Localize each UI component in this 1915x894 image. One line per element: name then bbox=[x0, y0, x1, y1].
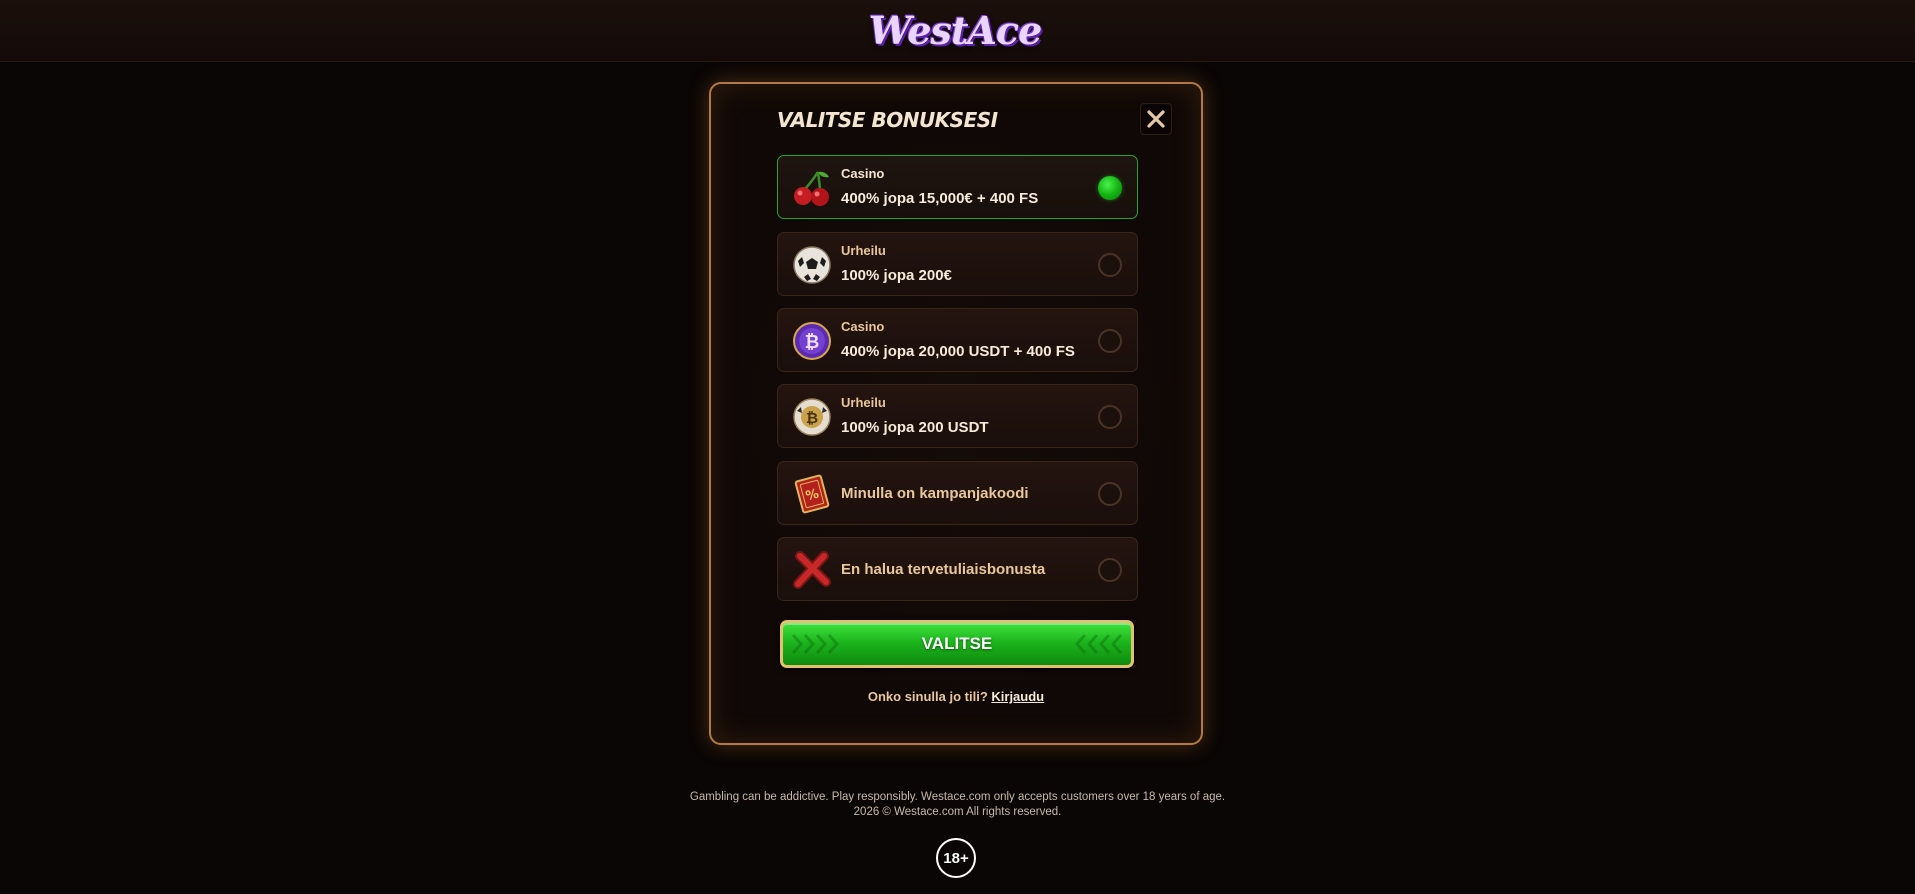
option-category: Urheilu bbox=[841, 243, 886, 258]
bonus-modal: VALITSE BONUKSESI Casino 400% jopa 15,00… bbox=[709, 82, 1203, 745]
bonus-option-no-bonus[interactable]: En halua tervetuliaisbonusta bbox=[777, 537, 1138, 601]
footer-line-1: Gambling can be addictive. Play responsi… bbox=[689, 791, 1226, 803]
svg-text:₿: ₿ bbox=[806, 409, 818, 427]
close-icon bbox=[1147, 110, 1165, 128]
red-cross-icon bbox=[792, 550, 832, 590]
bitcoin-ball-icon: ₿ bbox=[792, 397, 832, 437]
modal-title: VALITSE BONUKSESI bbox=[777, 108, 998, 132]
top-bar: WestAce bbox=[0, 0, 1915, 62]
submit-label: VALITSE bbox=[921, 634, 993, 653]
footer-disclaimer: Gambling can be addictive. Play responsi… bbox=[600, 790, 1315, 820]
svg-text:₿: ₿ bbox=[805, 332, 820, 353]
bonus-option-casino-usdt[interactable]: ₿ Casino 400% jopa 20,000 USDT + 400 FS bbox=[777, 308, 1138, 372]
option-title: 400% jopa 20,000 USDT + 400 FS bbox=[841, 343, 1075, 360]
footer-line-2: 2026 © Westace.com All rights reserved. bbox=[853, 806, 1062, 818]
radio-unselected[interactable] bbox=[1098, 482, 1122, 506]
promo-ticket-icon: % bbox=[792, 474, 832, 514]
option-title: 100% jopa 200€ bbox=[841, 267, 952, 284]
chevron-left-icon bbox=[1074, 634, 1123, 654]
bonus-option-casino-eur[interactable]: Casino 400% jopa 15,000€ + 400 FS bbox=[777, 155, 1138, 219]
option-label: Minulla on kampanjakoodi bbox=[841, 485, 1029, 502]
bonus-option-promo-code[interactable]: % Minulla on kampanjakoodi bbox=[777, 461, 1138, 525]
option-title: 400% jopa 15,000€ + 400 FS bbox=[841, 190, 1039, 207]
logo-text: WestAce bbox=[868, 7, 1042, 53]
soccer-ball-icon bbox=[792, 245, 832, 285]
close-button[interactable] bbox=[1140, 103, 1172, 135]
bonus-option-sports-usdt[interactable]: ₿ Urheilu 100% jopa 200 USDT bbox=[777, 384, 1138, 448]
radio-unselected[interactable] bbox=[1098, 405, 1122, 429]
cherry-icon bbox=[792, 168, 832, 208]
radio-unselected[interactable] bbox=[1098, 253, 1122, 277]
login-link[interactable]: Kirjaudu bbox=[991, 689, 1044, 704]
option-label: En halua tervetuliaisbonusta bbox=[841, 561, 1046, 578]
option-title: 100% jopa 200 USDT bbox=[841, 419, 989, 436]
option-category: Casino bbox=[841, 319, 885, 334]
radio-unselected[interactable] bbox=[1098, 558, 1122, 582]
bitcoin-coin-icon: ₿ bbox=[792, 321, 832, 361]
radio-selected[interactable] bbox=[1098, 176, 1122, 200]
chevron-right-icon bbox=[791, 634, 840, 654]
submit-bonus-button[interactable]: VALITSE bbox=[780, 620, 1134, 668]
option-category: Urheilu bbox=[841, 395, 886, 410]
option-category: Casino bbox=[841, 166, 885, 181]
bonus-option-sports-eur[interactable]: Urheilu 100% jopa 200€ bbox=[777, 232, 1138, 296]
westace-logo[interactable]: WestAce bbox=[869, 4, 1042, 56]
radio-unselected[interactable] bbox=[1098, 329, 1122, 353]
login-prompt: Onko sinulla jo tili? bbox=[867, 689, 988, 704]
age-restriction-badge: 18+ bbox=[936, 838, 976, 878]
login-prompt-line: Onko sinulla jo tili? Kirjaudu bbox=[711, 689, 1201, 704]
